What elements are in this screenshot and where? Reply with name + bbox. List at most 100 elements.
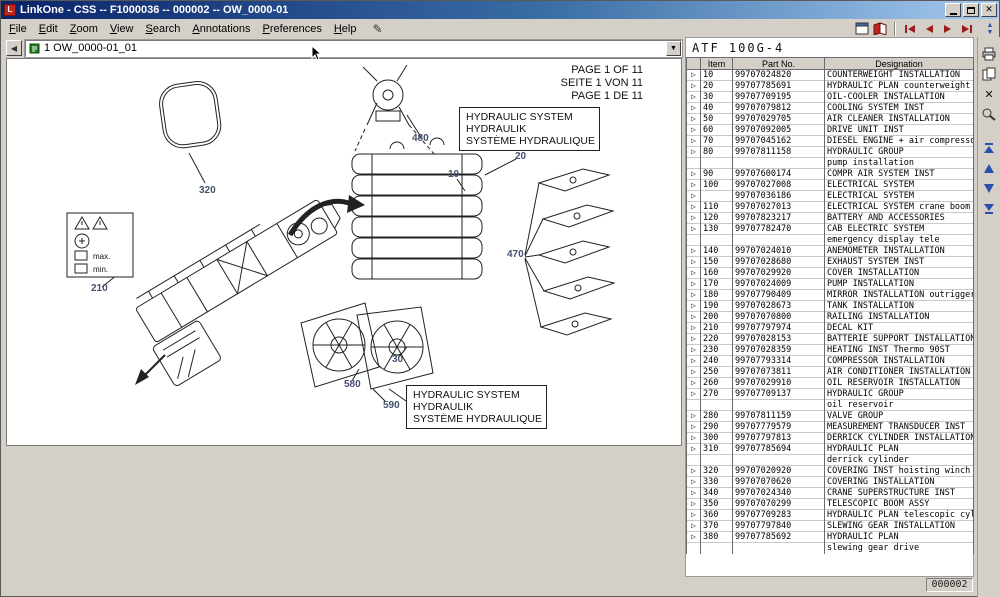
goto-figure-icon[interactable]: ▷: [691, 488, 696, 497]
goto-figure-icon[interactable]: ▷: [691, 268, 696, 277]
cell-nav[interactable]: ▷: [687, 477, 701, 488]
goto-figure-icon[interactable]: ▷: [691, 213, 696, 222]
cell-nav[interactable]: ▷: [687, 147, 701, 158]
cell-nav[interactable]: ▷: [687, 136, 701, 147]
minimize-button[interactable]: [945, 3, 961, 17]
parts-row[interactable]: ▷24099707793314COMPRESSOR INSTALLATION: [687, 356, 974, 367]
parts-row[interactable]: ▷31099707785694HYDRAULIC PLAN: [687, 444, 974, 455]
parts-row[interactable]: ▷8099707811158HYDRAULIC GROUP: [687, 147, 974, 158]
goto-figure-icon[interactable]: ▷: [691, 521, 696, 530]
goto-figure-icon[interactable]: ▷: [691, 312, 696, 321]
parts-row[interactable]: ▷11099707027013ELECTRICAL SYSTEM crane b…: [687, 202, 974, 213]
cell-nav[interactable]: ▷: [687, 92, 701, 103]
parts-row[interactable]: pump installation: [687, 158, 974, 169]
parts-row[interactable]: ▷32099707020920COVERING INST hoisting wi…: [687, 466, 974, 477]
goto-figure-icon[interactable]: ▷: [691, 345, 696, 354]
cell-nav[interactable]: ▷: [687, 246, 701, 257]
callout-10[interactable]: 10: [448, 169, 459, 180]
callout-470[interactable]: 470: [507, 249, 524, 260]
cell-nav[interactable]: ▷: [687, 389, 701, 400]
print-button[interactable]: [980, 45, 999, 63]
parts-row[interactable]: ▷14099707024010ANEMOMETER INSTALLATION: [687, 246, 974, 257]
cell-nav[interactable]: ▷: [687, 411, 701, 422]
cell-nav[interactable]: ▷: [687, 378, 701, 389]
copy-page-button[interactable]: [980, 65, 999, 83]
goto-figure-icon[interactable]: ▷: [691, 180, 696, 189]
parts-row[interactable]: ▷13099707782470CAB ELECTRIC SYSTEM: [687, 224, 974, 235]
cell-nav[interactable]: ▷: [687, 70, 701, 81]
parts-row[interactable]: slewing gear drive: [687, 543, 974, 554]
parts-row[interactable]: ▷28099707811159VALVE GROUP: [687, 411, 974, 422]
goto-figure-icon[interactable]: ▷: [691, 532, 696, 541]
parts-row[interactable]: ▷26099707029910OIL RESERVOIR INSTALLATIO…: [687, 378, 974, 389]
cell-nav[interactable]: ▷: [687, 103, 701, 114]
menu-zoom[interactable]: Zoom: [64, 21, 104, 37]
cell-nav[interactable]: ▷: [687, 499, 701, 510]
parts-row[interactable]: ▷21099707797974DECAL KIT: [687, 323, 974, 334]
parts-row[interactable]: ▷25099707073811AIR CONDITIONER INSTALLAT…: [687, 367, 974, 378]
goto-figure-icon[interactable]: ▷: [691, 378, 696, 387]
callout-590[interactable]: 590: [383, 400, 400, 411]
go-last-button[interactable]: [980, 199, 999, 217]
goto-figure-icon[interactable]: ▷: [691, 323, 696, 332]
cell-nav[interactable]: ▷: [687, 268, 701, 279]
cell-nav[interactable]: ▷: [687, 191, 701, 202]
cell-nav[interactable]: ▷: [687, 213, 701, 224]
spin-up-button[interactable]: ▲: [987, 22, 994, 29]
parts-row[interactable]: ▷4099707079812COOLING SYSTEM INST: [687, 103, 974, 114]
callout-480[interactable]: 480: [412, 133, 429, 144]
cell-nav[interactable]: ▷: [687, 125, 701, 136]
goto-figure-icon[interactable]: ▷: [691, 92, 696, 101]
parts-row[interactable]: emergency display tele: [687, 235, 974, 246]
callout-320[interactable]: 320: [199, 185, 216, 196]
parts-row[interactable]: ▷33099707070620COVERING INSTALLATION: [687, 477, 974, 488]
cell-nav[interactable]: ▷: [687, 169, 701, 180]
cell-nav[interactable]: ▷: [687, 444, 701, 455]
parts-row[interactable]: ▷5099707029705AIR CLEANER INSTALLATION: [687, 114, 974, 125]
cell-nav[interactable]: ▷: [687, 224, 701, 235]
cell-nav[interactable]: ▷: [687, 510, 701, 521]
app-icon[interactable]: L: [4, 4, 16, 16]
close-view-button[interactable]: ✕: [980, 85, 999, 103]
parts-row[interactable]: ▷35099707070299TELESCOPIC BOOM ASSY: [687, 499, 974, 510]
cell-nav[interactable]: ▷: [687, 312, 701, 323]
parts-row[interactable]: ▷19099707028673TANK INSTALLATION: [687, 301, 974, 312]
parts-row[interactable]: ▷2099707785691HYDRAULIC PLAN counterweig…: [687, 81, 974, 92]
go-down-button[interactable]: [980, 179, 999, 197]
parts-row[interactable]: ▷36099707709283HYDRAULIC PLAN telescopic…: [687, 510, 974, 521]
open-book-button[interactable]: [872, 21, 889, 37]
menu-view[interactable]: View: [104, 21, 140, 37]
cell-nav[interactable]: ▷: [687, 367, 701, 378]
goto-figure-icon[interactable]: ▷: [691, 224, 696, 233]
parts-row[interactable]: ▷15099707028680EXHAUST SYSTEM INST: [687, 257, 974, 268]
goto-figure-icon[interactable]: ▷: [691, 103, 696, 112]
parts-row[interactable]: ▷27099707709137HYDRAULIC GROUP: [687, 389, 974, 400]
parts-row[interactable]: ▷17099707024009PUMP INSTALLATION: [687, 279, 974, 290]
close-button[interactable]: ✕: [981, 3, 997, 17]
goto-figure-icon[interactable]: ▷: [691, 301, 696, 310]
cell-nav[interactable]: ▷: [687, 290, 701, 301]
goto-figure-icon[interactable]: ▷: [691, 466, 696, 475]
goto-figure-icon[interactable]: ▷: [691, 279, 696, 288]
goto-figure-icon[interactable]: ▷: [691, 444, 696, 453]
goto-figure-icon[interactable]: ▷: [691, 169, 696, 178]
goto-figure-icon[interactable]: ▷: [691, 70, 696, 79]
goto-figure-icon[interactable]: ▷: [691, 202, 696, 211]
parts-row[interactable]: ▷23099707028359HEATING INST Thermo 90ST: [687, 345, 974, 356]
goto-figure-icon[interactable]: ▷: [691, 477, 696, 486]
go-up-button[interactable]: [980, 159, 999, 177]
cell-nav[interactable]: ▷: [687, 202, 701, 213]
first-page-button[interactable]: [901, 21, 918, 37]
parts-row[interactable]: ▷16099707029920COVER INSTALLATION: [687, 268, 974, 279]
menu-annotations[interactable]: Annotations: [186, 21, 256, 37]
goto-figure-icon[interactable]: ▷: [691, 334, 696, 343]
open-window-button[interactable]: [853, 21, 870, 37]
menu-edit[interactable]: Edit: [33, 21, 64, 37]
previous-page-button[interactable]: [920, 21, 937, 37]
goto-figure-icon[interactable]: ▷: [691, 367, 696, 376]
parts-row[interactable]: ▷38099707785692HYDRAULIC PLAN: [687, 532, 974, 543]
parts-row[interactable]: ▷3099707709195OIL-COOLER INSTALLATION: [687, 92, 974, 103]
parts-row[interactable]: oil reservoir: [687, 400, 974, 411]
cell-nav[interactable]: ▷: [687, 279, 701, 290]
menu-file[interactable]: File: [3, 21, 33, 37]
